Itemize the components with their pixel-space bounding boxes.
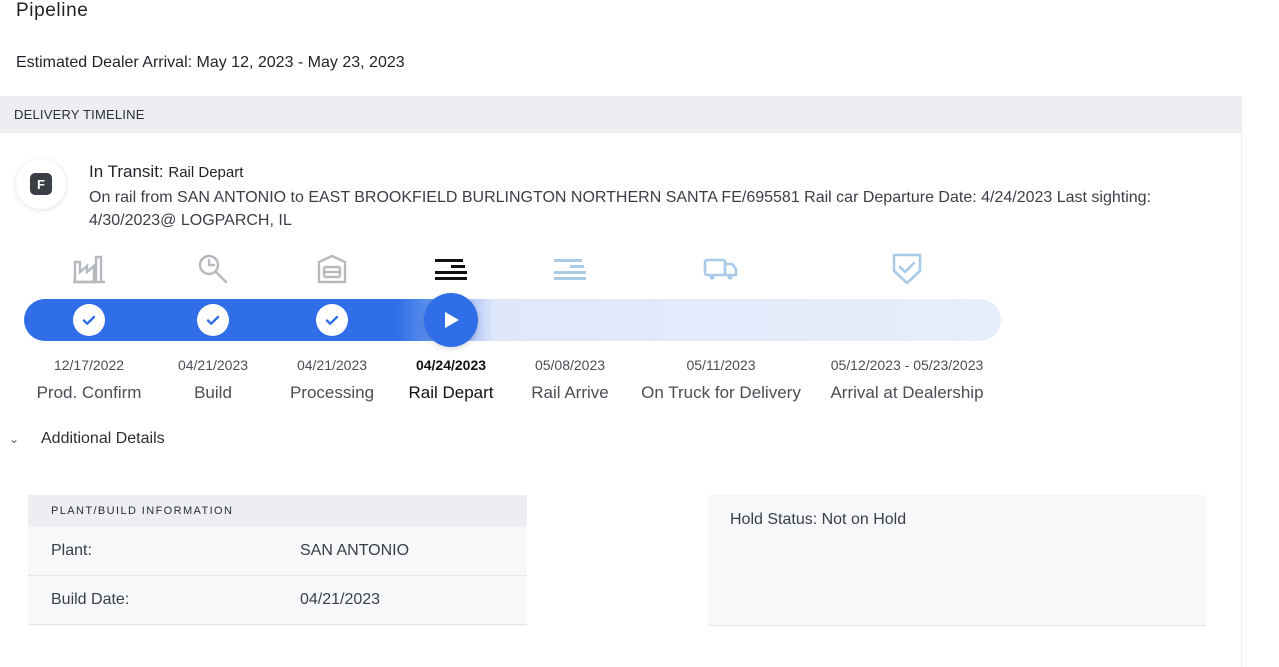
plant-build-info-card: PLANT/BUILD INFORMATION Plant: SAN ANTON… — [28, 495, 527, 626]
progress-track — [24, 299, 1001, 341]
plant-key: Plant: — [51, 542, 92, 559]
rail-icon — [429, 252, 473, 286]
wrench-icon — [191, 252, 235, 286]
chevron-down-icon[interactable]: ⌄ — [9, 432, 23, 446]
plant-build-info-header: PLANT/BUILD INFORMATION — [28, 495, 527, 527]
status-sub: Rail Depart — [168, 164, 244, 181]
rail-icon — [548, 252, 592, 286]
current-step-play-icon — [424, 293, 478, 347]
step-check-icon — [73, 304, 105, 336]
hold-status-card: Hold Status: Not on Hold — [708, 495, 1206, 626]
step-date: 05/12/2023 - 05/23/2023 — [830, 357, 984, 373]
plant-row: Plant: SAN ANTONIO — [28, 527, 527, 576]
delivery-timeline-card: DELIVERY TIMELINE F In Transit: Rail Dep… — [0, 96, 1242, 667]
build-date-value: 04/21/2023 — [300, 591, 381, 608]
step-label: Arrival at Dealership — [830, 383, 984, 402]
additional-details-toggle[interactable]: ⌄ Additional Details — [9, 430, 165, 448]
estimated-arrival: Estimated Dealer Arrival: May 12, 2023 -… — [16, 54, 405, 71]
delivery-timeline-header: DELIVERY TIMELINE — [0, 96, 1241, 133]
build-date-key: Build Date: — [51, 591, 130, 608]
page-title: Pipeline — [16, 0, 89, 21]
status-avatar: F — [16, 159, 66, 209]
garage-icon — [310, 252, 354, 286]
additional-details-label[interactable]: Additional Details — [41, 430, 165, 448]
step-check-icon — [316, 304, 348, 336]
status-description: On rail from SAN ANTONIO to EAST BROOKFI… — [89, 189, 1152, 229]
truck-icon — [699, 252, 743, 286]
status-label: In Transit: — [89, 162, 164, 181]
build-date-row: Build Date: 04/21/2023 — [28, 576, 527, 625]
status-title: In Transit: Rail Depart — [89, 162, 243, 182]
plant-value: SAN ANTONIO — [300, 542, 410, 559]
step-check-icon — [197, 304, 229, 336]
status-badge: F — [30, 173, 52, 195]
shield-check-icon — [885, 252, 929, 286]
hold-status: Hold Status: Not on Hold — [730, 511, 907, 528]
factory-icon — [67, 252, 111, 286]
